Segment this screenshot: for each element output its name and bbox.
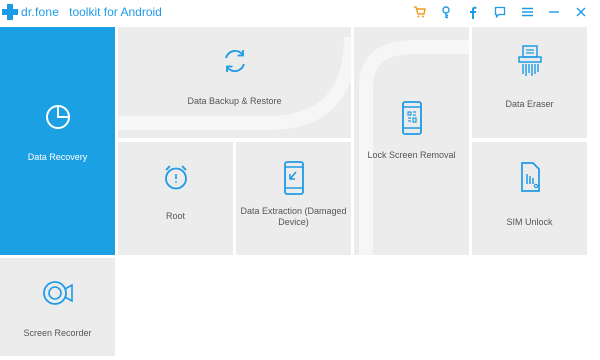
camera-icon	[41, 278, 75, 308]
tile-label: Screen Recorder	[23, 328, 92, 338]
tile-lock-screen-removal[interactable]: Lock Screen Removal	[354, 27, 469, 255]
feedback-icon[interactable]	[491, 3, 509, 21]
brand-name: dr.fone	[21, 5, 60, 19]
root-clock-icon	[161, 162, 191, 192]
tile-decoration	[118, 36, 351, 130]
tile-data-eraser[interactable]: Data Eraser	[472, 27, 587, 138]
logo: dr.fone toolkit for Android	[2, 2, 162, 22]
sync-icon	[220, 46, 250, 76]
plus-logo-icon	[2, 4, 18, 20]
tile-sim-unlock[interactable]: SIM Unlock	[472, 142, 587, 255]
tile-label: Data Recovery	[27, 152, 88, 162]
key-icon[interactable]	[437, 3, 455, 21]
menu-icon[interactable]	[518, 3, 536, 21]
phone-lock-icon	[397, 100, 427, 136]
broken-phone-icon	[279, 160, 309, 196]
tile-label: Root	[165, 211, 185, 221]
title-bar: dr.fone toolkit for Android	[0, 0, 600, 24]
tile-label: SIM Unlock	[506, 217, 553, 227]
app-tagline: toolkit for Android	[69, 5, 162, 19]
tile-label: Lock Screen Removal	[367, 150, 456, 160]
facebook-icon[interactable]	[464, 3, 482, 21]
tile-decoration	[359, 40, 469, 255]
tile-root[interactable]: Root	[118, 142, 233, 255]
pie-chart-icon	[43, 102, 73, 132]
tile-label: Data Extraction (Damaged Device)	[240, 206, 347, 227]
tile-data-backup-restore[interactable]: Data Backup & Restore	[118, 27, 351, 138]
app-window: dr.fone toolkit for Android Data Recover…	[0, 0, 600, 360]
cart-icon[interactable]	[410, 3, 428, 21]
tile-data-recovery[interactable]: Data Recovery	[0, 27, 115, 255]
close-icon[interactable]	[572, 3, 590, 21]
tile-data-extraction[interactable]: Data Extraction (Damaged Device)	[236, 142, 351, 255]
header-actions	[401, 3, 590, 21]
shredder-icon	[515, 44, 545, 78]
tile-label: Data Eraser	[505, 99, 554, 109]
tile-label: Data Backup & Restore	[187, 96, 282, 106]
tile-screen-recorder[interactable]: Screen Recorder	[0, 258, 115, 356]
minimize-icon[interactable]	[545, 3, 563, 21]
sim-card-icon	[515, 160, 545, 194]
